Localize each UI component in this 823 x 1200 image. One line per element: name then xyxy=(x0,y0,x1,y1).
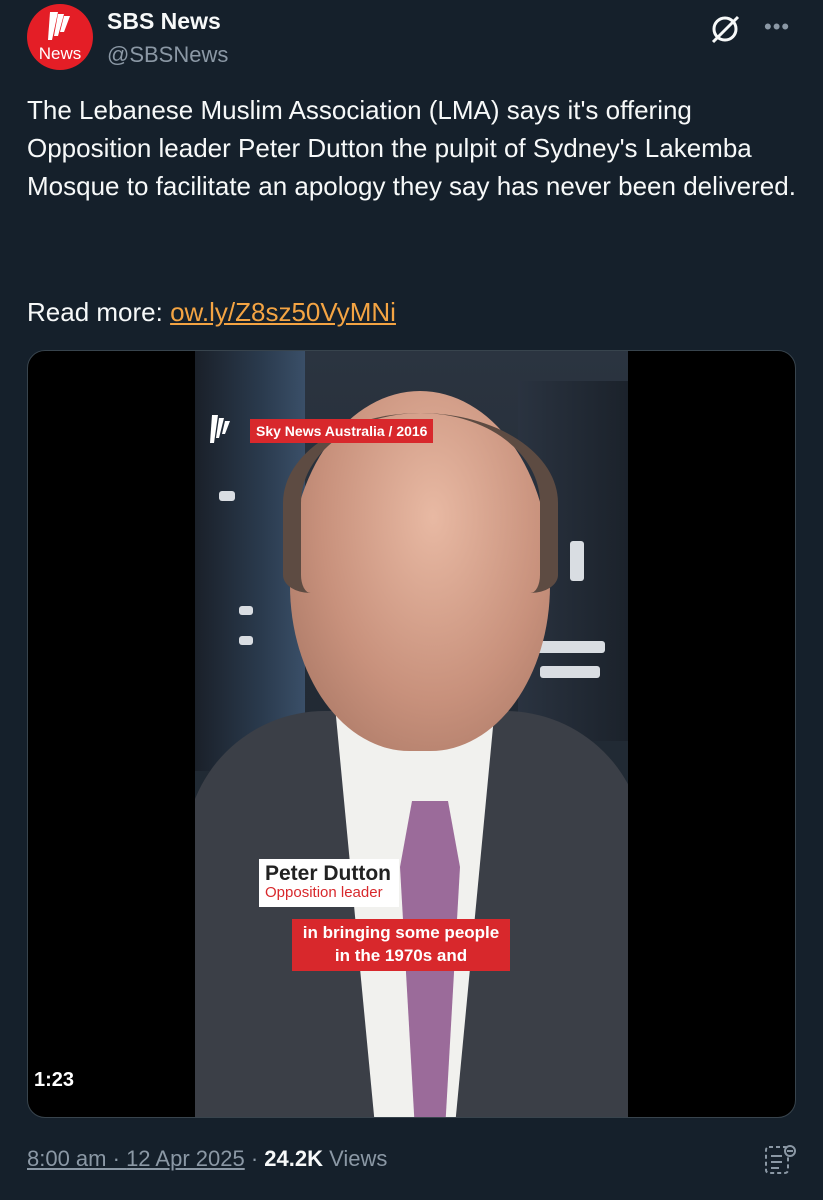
summary-icon[interactable] xyxy=(762,1142,798,1178)
post-link[interactable]: ow.ly/Z8sz50VyMNi xyxy=(170,297,396,327)
studio-light xyxy=(535,641,605,653)
grok-icon[interactable] xyxy=(708,12,742,46)
more-icon[interactable]: ••• xyxy=(764,14,790,40)
author-handle[interactable]: @SBSNews xyxy=(107,42,228,68)
video-duration: 1:23 xyxy=(34,1069,75,1091)
studio-light xyxy=(570,541,584,581)
source-tag: Sky News Australia / 2016 xyxy=(250,419,434,443)
studio-light xyxy=(239,636,253,645)
lower-third: Peter Dutton Opposition leader xyxy=(259,859,399,907)
read-more-label: Read more: xyxy=(27,297,171,327)
meta-separator: · xyxy=(244,1146,265,1171)
sbs-flame-icon xyxy=(48,12,70,40)
studio-light xyxy=(219,491,235,501)
video-caption: in bringing some people in the 1970s and xyxy=(292,919,510,971)
views-count: 24.2K xyxy=(264,1146,324,1171)
lower-third-title: Opposition leader xyxy=(265,884,383,901)
video-player[interactable]: Sky News Australia / 2016 Peter Dutton O… xyxy=(27,350,796,1118)
views-label: Views xyxy=(323,1146,388,1171)
avatar-label: News xyxy=(38,44,82,63)
meta-separator: · xyxy=(106,1146,127,1171)
lower-third-name: Peter Dutton xyxy=(265,862,391,885)
studio-light xyxy=(540,666,600,678)
post-time[interactable]: 8:00 am xyxy=(27,1146,107,1171)
post-text: The Lebanese Muslim Association (LMA) sa… xyxy=(27,95,796,201)
video-frame[interactable]: Sky News Australia / 2016 Peter Dutton O… xyxy=(195,351,628,1117)
author-display-name[interactable]: SBS News xyxy=(107,8,221,35)
read-more-line: Read more: ow.ly/Z8sz50VyMNi xyxy=(27,293,396,331)
studio-light xyxy=(239,606,253,615)
avatar[interactable]: News xyxy=(27,4,93,70)
sbs-logo-icon xyxy=(210,415,230,443)
post-date[interactable]: 12 Apr 2025 xyxy=(126,1146,245,1171)
post-meta: 8:00 am · 12 Apr 2025 · 24.2K Views xyxy=(27,1146,387,1172)
